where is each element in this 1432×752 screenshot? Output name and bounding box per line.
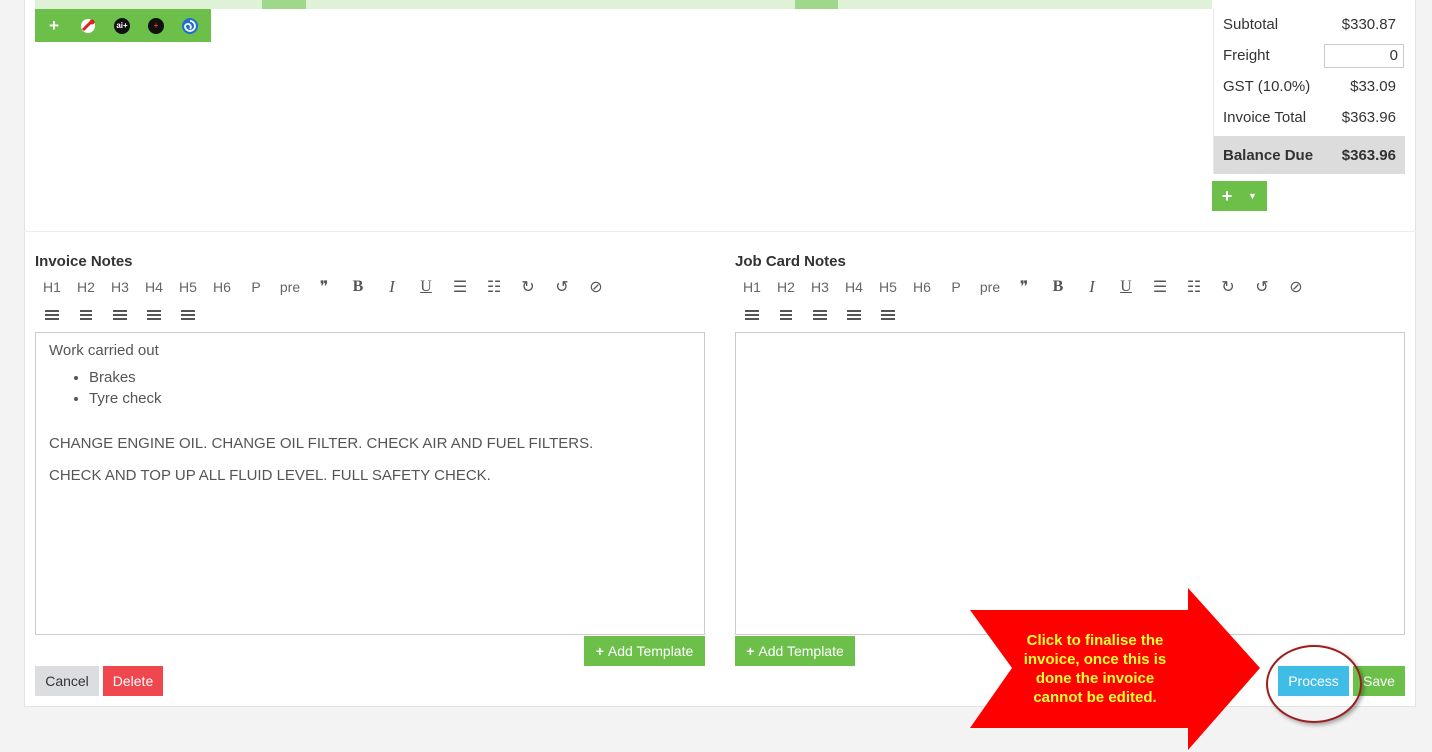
delete-button[interactable]: Delete [103,666,163,696]
pre-button[interactable]: pre [973,279,1007,295]
redo-icon[interactable]: ↻ [1211,277,1245,297]
h5-button[interactable]: H5 [171,279,205,295]
job-card-notes-label: Job Card Notes [735,253,846,270]
section-divider [24,231,1416,232]
strip-cell [262,0,306,9]
dark-plus-icon[interactable]: + [145,15,167,37]
h4-button[interactable]: H4 [837,279,871,295]
underline-button[interactable]: U [1109,278,1143,296]
invoice-notes-label: Invoice Notes [35,253,133,270]
balance-due-row: Balance Due $363.96 [1214,136,1405,174]
freight-label: Freight [1223,47,1270,64]
invoice-total-row: Invoice Total $363.96 [1214,102,1405,133]
h6-button[interactable]: H6 [205,279,239,295]
callout-text: Click to finalise the invoice, once this… [1023,632,1167,706]
clear-format-icon[interactable]: ⊘ [579,277,613,297]
notes-intro: Work carried out [49,342,159,359]
h2-button[interactable]: H2 [69,279,103,295]
red-tool-icon[interactable] [77,15,99,37]
p-button[interactable]: P [939,279,973,295]
totals-panel: Subtotal $330.87 Freight 0 GST (10.0%) $… [1213,9,1405,174]
plus-icon[interactable]: + [1212,186,1242,207]
balance-due-label: Balance Due [1223,146,1314,164]
h1-button[interactable]: H1 [735,279,769,295]
bold-button[interactable]: B [1041,278,1075,296]
invoice-notes-toolbar: H1 H2 H3 H4 H5 H6 P pre ❞ B I U ☰ ☷ ↻ ↺ … [35,272,613,330]
add-template-label: Add Template [607,643,694,659]
redo-icon[interactable]: ↻ [511,277,545,297]
balance-due-value: $363.96 [1341,146,1396,164]
line-items-strip [35,0,1212,9]
subtotal-row: Subtotal $330.87 [1214,9,1405,40]
gst-value: $33.09 [1350,78,1396,95]
underline-button[interactable]: U [409,278,443,296]
align-center-icon[interactable] [769,308,803,324]
undo-icon[interactable]: ↺ [545,277,579,297]
italic-button[interactable]: I [1075,277,1109,297]
outdent-icon[interactable] [171,308,205,324]
line-item-toolbar: + ai+ + [35,9,211,42]
h6-button[interactable]: H6 [905,279,939,295]
align-right-icon[interactable] [803,308,837,324]
gst-label: GST (10.0%) [1223,78,1311,95]
pre-button[interactable]: pre [273,279,307,295]
job-card-notes-toolbar: H1 H2 H3 H4 H5 H6 P pre ❞ B I U ☰ ☷ ↻ ↺ … [735,272,1313,330]
h3-button[interactable]: H3 [103,279,137,295]
invoice-add-template-button[interactable]: + Add Template [584,636,705,666]
freight-input[interactable]: 0 [1324,43,1404,68]
bullet-list-icon[interactable]: ☰ [443,277,477,297]
notes-line-2: CHECK AND TOP UP ALL FLUID LEVEL. FULL S… [49,467,491,484]
h4-button[interactable]: H4 [137,279,171,295]
indent-icon[interactable] [137,308,171,324]
list-item: Brakes [89,369,691,386]
quote-icon[interactable]: ❞ [1007,277,1041,297]
invoice-total-value: $363.96 [1341,109,1396,126]
job-card-add-template-button[interactable]: + Add Template [735,636,855,666]
add-payment-split-button[interactable]: + ▼ [1212,181,1267,211]
p-button[interactable]: P [239,279,273,295]
strip-cell [795,0,838,9]
invoice-total-label: Invoice Total [1223,109,1307,126]
caret-down-icon[interactable]: ▼ [1242,191,1257,201]
add-template-label: Add Template [758,643,844,659]
subtotal-label: Subtotal [1223,16,1279,33]
notes-bullet-list: Brakes Tyre check [49,369,691,407]
bold-button[interactable]: B [341,278,375,296]
blue-spiral-icon[interactable] [179,15,201,37]
numbered-list-icon[interactable]: ☷ [1177,277,1211,297]
plus-icon[interactable]: + [43,15,65,37]
h3-button[interactable]: H3 [803,279,837,295]
cancel-button[interactable]: Cancel [35,666,99,696]
plus-icon: + [746,643,755,659]
h1-button[interactable]: H1 [35,279,69,295]
align-right-icon[interactable] [103,308,137,324]
bullet-list-icon[interactable]: ☰ [1143,277,1177,297]
gst-row: GST (10.0%) $33.09 [1214,71,1405,102]
undo-icon[interactable]: ↺ [1245,277,1279,297]
h5-button[interactable]: H5 [871,279,905,295]
freight-row: Freight 0 [1214,40,1405,71]
align-center-icon[interactable] [69,308,103,324]
ai-plus-icon[interactable]: ai+ [111,15,133,37]
invoice-notes-editor[interactable]: Work carried out Brakes Tyre check CHANG… [35,332,705,635]
highlight-ring [1266,645,1362,723]
align-left-icon[interactable] [35,308,69,324]
outdent-icon[interactable] [871,308,905,324]
align-left-icon[interactable] [735,308,769,324]
numbered-list-icon[interactable]: ☷ [477,277,511,297]
notes-line-1: CHANGE ENGINE OIL. CHANGE OIL FILTER. CH… [49,435,594,452]
plus-icon: + [595,643,604,659]
subtotal-value: $330.87 [1341,16,1396,33]
list-item: Tyre check [89,390,691,407]
h2-button[interactable]: H2 [769,279,803,295]
indent-icon[interactable] [837,308,871,324]
quote-icon[interactable]: ❞ [307,277,341,297]
italic-button[interactable]: I [375,277,409,297]
clear-format-icon[interactable]: ⊘ [1279,277,1313,297]
